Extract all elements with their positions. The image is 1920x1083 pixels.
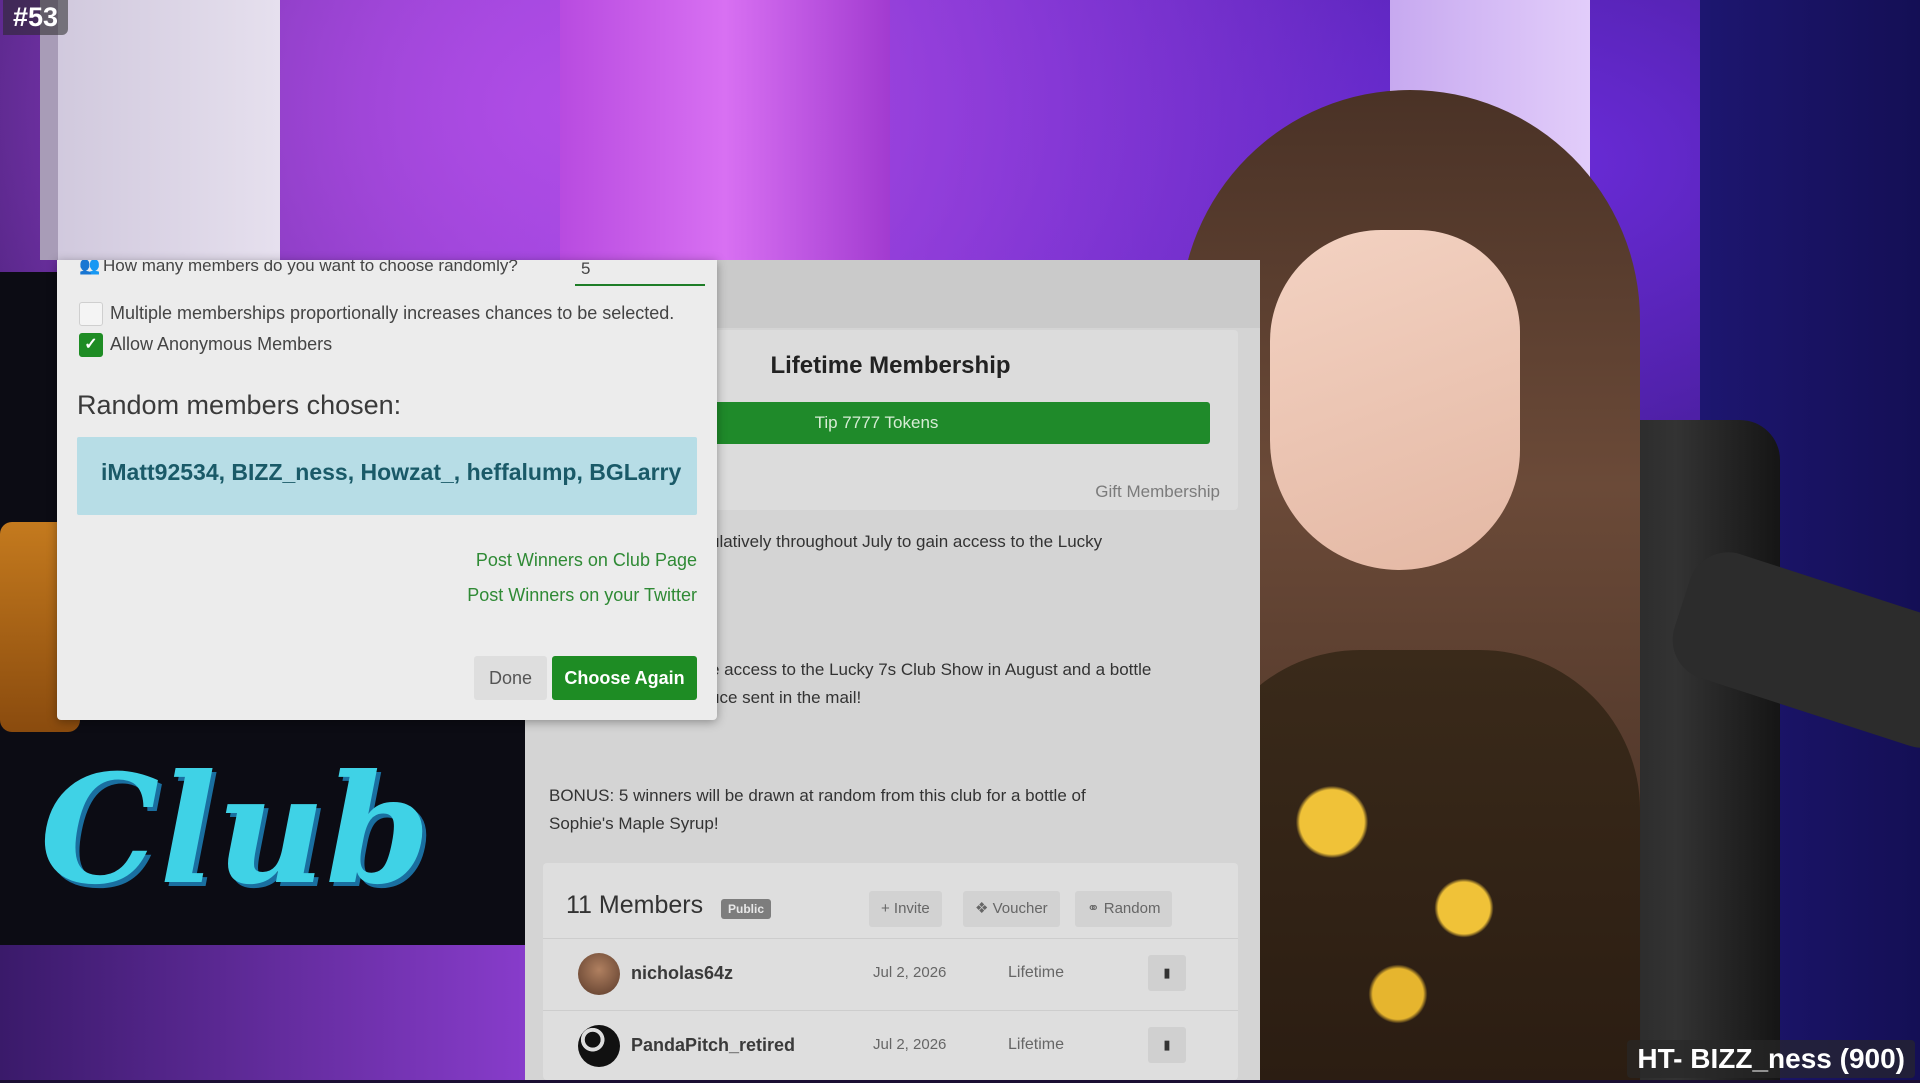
random-icon: ⚭ <box>1087 900 1104 917</box>
member-type: Lifetime <box>1008 964 1065 981</box>
member-type: Lifetime <box>1008 1036 1065 1053</box>
avatar <box>578 1025 620 1067</box>
voucher-button[interactable]: ❖ Voucher <box>963 891 1060 927</box>
background-pole <box>40 0 58 260</box>
club-art-text: Club <box>40 742 431 918</box>
background-wall-panel <box>40 0 280 260</box>
members-count-title: 11 Members <box>566 891 704 919</box>
allow-anonymous-checkbox[interactable]: ✓ <box>79 333 103 357</box>
chosen-members-list: iMatt92534, BIZZ_ness, Howzat_, heffalum… <box>101 459 682 485</box>
question-label: How many members do you want to choose r… <box>103 260 518 275</box>
multiple-memberships-checkbox[interactable] <box>79 302 103 326</box>
chosen-heading: Random members chosen: <box>77 390 402 420</box>
random-label: Random <box>1103 900 1161 917</box>
bonus-text: Sophie's Maple Syrup! <box>549 814 719 833</box>
random-members-dialog: 👥 How many members do you want to choose … <box>57 260 717 720</box>
bonus-text: BONUS: 5 winners will be drawn at random… <box>549 786 1086 805</box>
episode-badge: #53 <box>3 0 69 35</box>
post-club-page-link[interactable]: Post Winners on Club Page <box>476 550 697 571</box>
member-name[interactable]: nicholas64z <box>631 963 733 984</box>
random-button[interactable]: ⚭ Random <box>1075 891 1173 927</box>
chosen-members-box: iMatt92534, BIZZ_ness, Howzat_, heffalum… <box>77 437 697 515</box>
done-button[interactable]: Done <box>474 656 547 700</box>
member-count-question: 👥 How many members do you want to choose … <box>79 260 518 276</box>
invite-button[interactable]: + Invite <box>869 891 942 927</box>
avatar <box>578 953 620 995</box>
members-panel: 11 Members Public + Invite ❖ Voucher ⚭ R… <box>543 863 1238 1080</box>
voucher-label: Voucher <box>992 900 1048 917</box>
trash-icon[interactable]: ▮ <box>1148 1027 1186 1063</box>
choose-again-button[interactable]: Choose Again <box>552 656 697 700</box>
users-icon: 👥 <box>79 260 101 275</box>
tip-ticker: HT- BIZZ_ness (900) <box>1627 1040 1915 1078</box>
streamer-face <box>1270 230 1520 570</box>
background-curtain <box>560 0 890 260</box>
member-row: nicholas64z Jul 2, 2026 Lifetime ▮ <box>543 938 1238 1011</box>
multiple-memberships-label: Multiple memberships proportionally incr… <box>110 303 675 323</box>
member-date: Jul 2, 2026 <box>873 1036 947 1053</box>
post-twitter-link[interactable]: Post Winners on your Twitter <box>467 585 697 606</box>
member-date: Jul 2, 2026 <box>873 964 947 981</box>
description-line: e access to the Lucky 7s Club Show in Au… <box>710 660 1152 679</box>
description-line: ulatively throughout July to gain access… <box>710 532 1103 551</box>
streamer-torso <box>1200 650 1640 1080</box>
ticket-icon: ❖ <box>975 900 993 917</box>
member-count-input[interactable] <box>575 260 705 286</box>
gift-membership-link[interactable]: Gift Membership <box>1095 482 1220 502</box>
description-line: uce sent in the mail! <box>710 688 862 707</box>
member-name[interactable]: PandaPitch_retired <box>631 1035 795 1056</box>
allow-anonymous-label: Allow Anonymous Members <box>110 334 333 354</box>
public-badge: Public <box>721 899 772 919</box>
member-row: PandaPitch_retired Jul 2, 2026 Lifetime … <box>543 1010 1238 1083</box>
trash-icon[interactable]: ▮ <box>1148 955 1186 991</box>
